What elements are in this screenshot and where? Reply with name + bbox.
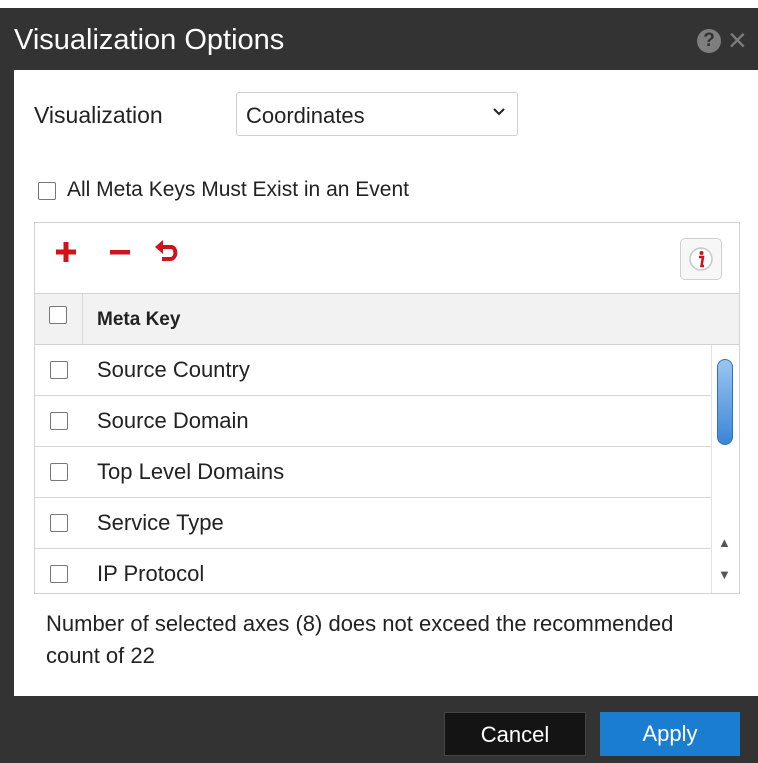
add-icon[interactable] [53,237,79,267]
visualization-select[interactable]: Coordinates [236,92,518,136]
row-label: Top Level Domains [97,459,285,484]
visualization-selected-value: Coordinates [246,103,365,128]
close-icon[interactable]: × [728,24,747,56]
select-all-cell [35,294,83,344]
scrollbar-thumb[interactable] [717,359,733,445]
help-icon[interactable]: ? [697,29,721,53]
visualization-options-dialog: Visualization Options ? × Visualization … [0,0,758,763]
dialog-title: Visualization Options [14,24,285,56]
grid-toolbar [35,223,739,293]
dialog-footer: Cancel Apply [0,696,758,763]
info-button[interactable] [680,238,722,280]
row-label: Source Domain [97,408,249,433]
grid-header-row: Meta Key [35,293,739,345]
visualization-label: Visualization [34,102,163,128]
table-row[interactable]: IP Protocol [35,549,711,593]
table-row[interactable]: Source Country [35,345,711,396]
row-label: IP Protocol [97,561,205,586]
chevron-down-icon [493,108,505,116]
scroll-down-icon[interactable]: ▼ [718,567,731,582]
info-icon [689,247,713,271]
grid-scrollbar[interactable]: ▲ ▼ [711,345,739,593]
top-strip [0,0,758,8]
row-checkbox[interactable] [50,463,68,481]
table-row[interactable]: Source Domain [35,396,711,447]
row-label: Source Country [97,357,250,382]
title-bar: Visualization Options ? × [0,8,758,70]
apply-button[interactable]: Apply [600,712,740,756]
all-meta-keys-label: All Meta Keys Must Exist in an Event [67,178,409,201]
dialog-body: Visualization Coordinates All Meta Keys … [14,70,758,696]
axes-count-message: Number of selected axes (8) does not exc… [46,611,674,668]
meta-key-grid: Meta Key Source Country Source Domain To… [34,222,740,594]
row-checkbox[interactable] [50,565,68,583]
column-header-meta-key[interactable]: Meta Key [97,309,180,331]
select-all-checkbox[interactable] [49,306,67,324]
cancel-button[interactable]: Cancel [444,712,586,756]
undo-icon[interactable] [153,237,183,267]
row-checkbox[interactable] [50,361,68,379]
row-checkbox[interactable] [50,412,68,430]
remove-icon[interactable] [107,237,133,267]
table-row[interactable]: Top Level Domains [35,447,711,498]
row-checkbox[interactable] [50,514,68,532]
row-label: Service Type [97,510,224,535]
all-meta-keys-checkbox[interactable] [38,182,56,200]
table-row[interactable]: Service Type [35,498,711,549]
scroll-up-icon[interactable]: ▲ [718,535,731,550]
grid-rows: Source Country Source Domain Top Level D… [35,345,711,593]
